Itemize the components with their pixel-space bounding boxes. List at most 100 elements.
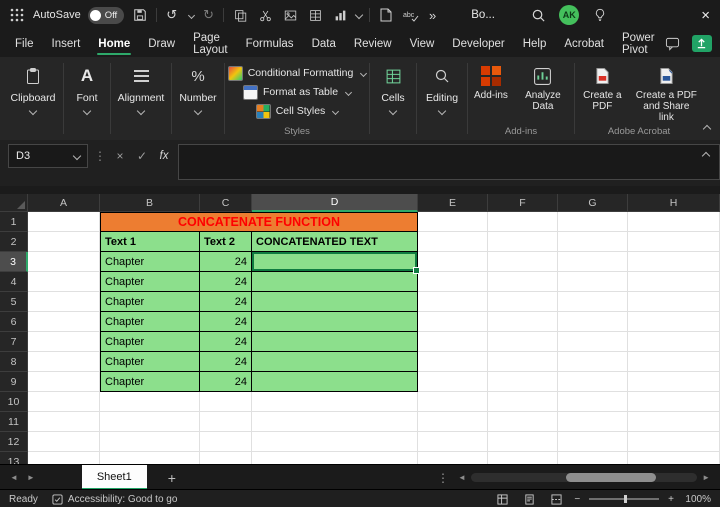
ribbon-group-number[interactable]: % Number bbox=[173, 57, 223, 140]
cell-H8[interactable] bbox=[628, 352, 720, 372]
cell-F3[interactable] bbox=[488, 252, 558, 272]
menu-tab-power-pivot[interactable]: Power Pivot bbox=[613, 30, 664, 57]
cell-C9[interactable]: 24 bbox=[200, 372, 252, 392]
cell-G2[interactable] bbox=[558, 232, 628, 252]
page-break-view-icon[interactable] bbox=[547, 490, 565, 507]
col-header-B[interactable]: B bbox=[100, 194, 200, 212]
cell-F13[interactable] bbox=[488, 452, 558, 464]
enter-icon[interactable]: ✓ bbox=[134, 144, 150, 168]
cell-B12[interactable] bbox=[100, 432, 200, 452]
cell-A4[interactable] bbox=[28, 272, 100, 292]
cell-A13[interactable] bbox=[28, 452, 100, 464]
cell-E4[interactable] bbox=[418, 272, 488, 292]
cell-C8[interactable]: 24 bbox=[200, 352, 252, 372]
zoom-slider[interactable] bbox=[589, 495, 660, 503]
table-icon[interactable] bbox=[306, 6, 324, 24]
cell-A12[interactable] bbox=[28, 432, 100, 452]
image-icon[interactable] bbox=[281, 6, 299, 24]
format-as-table-button[interactable]: Format as Table bbox=[239, 83, 355, 102]
cell-G6[interactable] bbox=[558, 312, 628, 332]
row-header-1[interactable]: 1 bbox=[0, 212, 28, 232]
cell-H2[interactable] bbox=[628, 232, 720, 252]
cell-G12[interactable] bbox=[558, 432, 628, 452]
cell-H10[interactable] bbox=[628, 392, 720, 412]
copy-icon[interactable] bbox=[231, 6, 249, 24]
scroll-left-icon[interactable]: ◄ bbox=[458, 473, 466, 482]
cell-F7[interactable] bbox=[488, 332, 558, 352]
cell-G7[interactable] bbox=[558, 332, 628, 352]
row-header-13[interactable]: 13 bbox=[0, 452, 28, 464]
cell-F11[interactable] bbox=[488, 412, 558, 432]
cell-G11[interactable] bbox=[558, 412, 628, 432]
name-box[interactable]: D3 bbox=[8, 144, 88, 168]
row-header-6[interactable]: 6 bbox=[0, 312, 28, 332]
cell-E11[interactable] bbox=[418, 412, 488, 432]
cell-B13[interactable] bbox=[100, 452, 200, 464]
cell-D13[interactable] bbox=[252, 452, 418, 464]
menu-tab-acrobat[interactable]: Acrobat bbox=[555, 30, 613, 57]
tab-bar-options-icon[interactable]: ⋮ bbox=[437, 471, 449, 485]
cell-G8[interactable] bbox=[558, 352, 628, 372]
comments-icon[interactable] bbox=[664, 35, 682, 53]
cell-G13[interactable] bbox=[558, 452, 628, 464]
insert-function-icon[interactable]: fx bbox=[156, 144, 172, 168]
ribbon-group-clipboard[interactable]: Clipboard bbox=[4, 57, 62, 140]
cell-B11[interactable] bbox=[100, 412, 200, 432]
cell-B8[interactable]: Chapter bbox=[100, 352, 200, 372]
cell-D2[interactable]: CONCATENATED TEXT bbox=[252, 232, 418, 252]
cell-G1[interactable] bbox=[558, 212, 628, 232]
col-header-G[interactable]: G bbox=[558, 194, 628, 212]
menu-tab-draw[interactable]: Draw bbox=[139, 30, 184, 57]
menu-tab-insert[interactable]: Insert bbox=[43, 30, 90, 57]
close-window-button[interactable]: × bbox=[699, 7, 712, 24]
cell-D9[interactable] bbox=[252, 372, 418, 392]
row-header-8[interactable]: 8 bbox=[0, 352, 28, 372]
cell-C13[interactable] bbox=[200, 452, 252, 464]
cell-B7[interactable]: Chapter bbox=[100, 332, 200, 352]
cell-styles-button[interactable]: Cell Styles bbox=[252, 102, 343, 121]
cell-D3[interactable] bbox=[252, 252, 420, 274]
cell-D10[interactable] bbox=[252, 392, 418, 412]
row-header-11[interactable]: 11 bbox=[0, 412, 28, 432]
share-button[interactable] bbox=[691, 35, 712, 52]
cell-A11[interactable] bbox=[28, 412, 100, 432]
cell-H7[interactable] bbox=[628, 332, 720, 352]
cell-C7[interactable]: 24 bbox=[200, 332, 252, 352]
chevron-down-icon[interactable] bbox=[354, 10, 364, 20]
conditional-formatting-button[interactable]: Conditional Formatting bbox=[224, 64, 371, 83]
analyze-data-button[interactable]: Analyze Data bbox=[515, 64, 571, 112]
menu-tab-developer[interactable]: Developer bbox=[443, 30, 513, 57]
cell-E7[interactable] bbox=[418, 332, 488, 352]
cell-C3[interactable]: 24 bbox=[200, 252, 252, 272]
col-header-D[interactable]: D bbox=[252, 194, 418, 212]
menu-tab-data[interactable]: Data bbox=[303, 30, 345, 57]
create-pdf-share-button[interactable]: Create a PDF and Share link bbox=[631, 64, 702, 123]
cell-D11[interactable] bbox=[252, 412, 418, 432]
scroll-right-icon[interactable]: ► bbox=[702, 473, 710, 482]
cell-F10[interactable] bbox=[488, 392, 558, 412]
sheet-nav-right-icon[interactable]: ► bbox=[27, 473, 35, 482]
cell-C6[interactable]: 24 bbox=[200, 312, 252, 332]
cell-A10[interactable] bbox=[28, 392, 100, 412]
search-icon[interactable] bbox=[529, 6, 547, 24]
cell-E9[interactable] bbox=[418, 372, 488, 392]
cell-F6[interactable] bbox=[488, 312, 558, 332]
cell-A2[interactable] bbox=[28, 232, 100, 252]
select-all-corner[interactable] bbox=[0, 194, 28, 212]
cell-C5[interactable]: 24 bbox=[200, 292, 252, 312]
cell-H1[interactable] bbox=[628, 212, 720, 232]
cell-B3[interactable]: Chapter bbox=[100, 252, 200, 272]
row-header-2[interactable]: 2 bbox=[0, 232, 28, 252]
cell-A8[interactable] bbox=[28, 352, 100, 372]
zoom-level[interactable]: 100% bbox=[683, 494, 711, 505]
spelling-icon[interactable]: abc bbox=[402, 6, 420, 24]
app-launcher-icon[interactable] bbox=[8, 6, 26, 24]
menu-tab-file[interactable]: File bbox=[6, 30, 43, 57]
cell-D8[interactable] bbox=[252, 352, 418, 372]
save-icon[interactable] bbox=[131, 6, 149, 24]
chart-icon[interactable] bbox=[331, 6, 349, 24]
cell-G9[interactable] bbox=[558, 372, 628, 392]
status-ready[interactable]: Ready bbox=[9, 494, 38, 505]
cell-D5[interactable] bbox=[252, 292, 418, 312]
cell-G4[interactable] bbox=[558, 272, 628, 292]
